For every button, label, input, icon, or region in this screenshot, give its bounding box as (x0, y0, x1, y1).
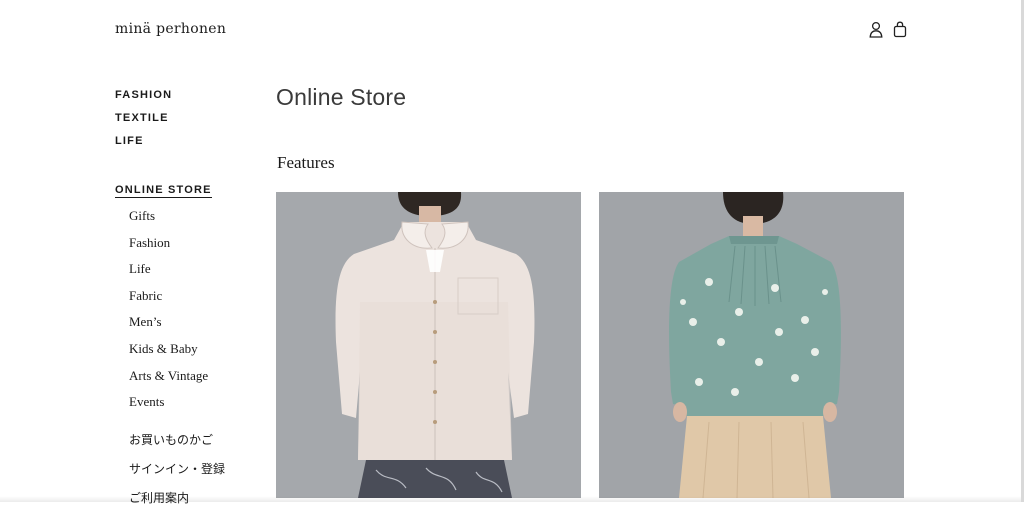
nav-item-life[interactable]: LIFE (115, 135, 172, 158)
feature-card-white-blouse[interactable] (276, 192, 581, 498)
subnav-item-events[interactable]: Events (129, 394, 208, 421)
online-store-subnav: Gifts Fashion Life Fabric Men’s Kids & B… (129, 208, 208, 421)
page: minä perhonen FASHION TEXTILE LIFE ONLIN… (0, 0, 1024, 505)
subnav-item-arts-vintage[interactable]: Arts & Vintage (129, 368, 208, 395)
shopping-cart-link[interactable]: お買いものかご (129, 432, 225, 461)
subnav-item-fashion[interactable]: Fashion (129, 235, 208, 262)
teal-dotted-blouse-photo (599, 192, 904, 498)
white-blouse-photo (276, 192, 581, 498)
account-icon[interactable] (868, 21, 884, 38)
user-guide-link[interactable]: ご利用案内 (129, 490, 225, 519)
bottom-shadow (0, 496, 1024, 502)
nav-item-online-store[interactable]: ONLINE STORE (115, 184, 212, 198)
features-heading: Features (277, 153, 335, 172)
subnav-item-fabric[interactable]: Fabric (129, 288, 208, 315)
header-icons (868, 21, 908, 38)
primary-nav: FASHION TEXTILE LIFE (115, 89, 172, 158)
account-links: お買いものかご サインイン・登録 ご利用案内 (129, 432, 225, 519)
subnav-item-gifts[interactable]: Gifts (129, 208, 208, 235)
brand-logo[interactable]: minä perhonen (115, 21, 226, 37)
subnav-item-life[interactable]: Life (129, 261, 208, 288)
sign-in-register-link[interactable]: サインイン・登録 (129, 461, 225, 490)
bag-icon[interactable] (892, 21, 908, 38)
page-title: Online Store (276, 84, 407, 110)
subnav-item-mens[interactable]: Men’s (129, 314, 208, 341)
nav-item-fashion[interactable]: FASHION (115, 89, 172, 112)
nav-item-textile[interactable]: TEXTILE (115, 112, 172, 135)
subnav-item-kids-baby[interactable]: Kids & Baby (129, 341, 208, 368)
feature-card-teal-dotted-blouse[interactable] (599, 192, 904, 498)
